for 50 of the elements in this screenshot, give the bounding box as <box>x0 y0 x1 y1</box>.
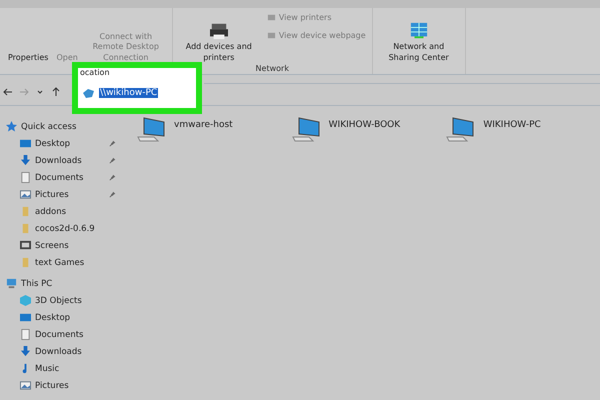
desktop-icon <box>20 312 31 323</box>
pin-icon[interactable] <box>109 174 116 181</box>
nav-label[interactable]: Downloads <box>35 346 82 356</box>
folder-icon <box>20 206 31 217</box>
nav-label[interactable]: text Games <box>35 258 84 268</box>
up-icon[interactable] <box>52 87 60 97</box>
location-label: ocation <box>79 68 111 77</box>
nav-label[interactable]: cocos2d-0.6.9 <box>35 224 95 234</box>
download-icon <box>20 346 31 357</box>
nav-label[interactable]: Desktop <box>35 138 70 148</box>
printer-icon <box>208 22 230 40</box>
nav-item[interactable]: This PC <box>0 275 126 292</box>
computer-name[interactable]: WIKIHOW-BOOK <box>328 116 400 130</box>
computer-name[interactable]: vmware-host <box>174 116 233 130</box>
document-icon <box>20 172 31 183</box>
nav-label[interactable]: Documents <box>35 172 84 182</box>
caret-icon[interactable] <box>37 90 43 94</box>
computer-name[interactable]: WIKIHOW-PC <box>483 116 541 130</box>
nav-label[interactable]: Pictures <box>35 190 69 200</box>
pin-icon[interactable] <box>109 157 116 164</box>
nav-label[interactable]: Downloads <box>35 156 82 166</box>
nav-label[interactable]: Documents <box>35 330 84 340</box>
nav-label[interactable]: 3D Objects <box>35 296 82 306</box>
nav-label[interactable]: Music <box>35 364 60 374</box>
desktop-icon <box>20 138 31 149</box>
star-icon <box>6 121 17 132</box>
nav-label[interactable]: addons <box>35 206 66 216</box>
picture-icon <box>20 380 31 391</box>
download-icon <box>20 155 31 166</box>
folder-icon <box>20 257 31 268</box>
ribbon-button[interactable]: Network and Sharing Center <box>376 10 461 64</box>
nav-item[interactable]: Quick access <box>0 118 126 135</box>
nav-label[interactable]: Screens <box>35 240 69 250</box>
pin-icon[interactable] <box>109 140 116 147</box>
screen-icon <box>20 240 31 251</box>
picture-icon <box>20 189 31 200</box>
nav-label[interactable]: Desktop <box>35 312 70 322</box>
document-icon <box>20 329 31 340</box>
nav-label[interactable]: This PC <box>21 278 52 288</box>
back-icon[interactable] <box>3 88 13 96</box>
pin-icon[interactable] <box>109 191 116 198</box>
computer-icon <box>6 278 17 289</box>
cube-icon <box>20 295 31 306</box>
group-label: Network <box>254 64 290 75</box>
nav-label[interactable]: Quick access <box>21 122 76 132</box>
nav-label[interactable]: Pictures <box>35 380 69 390</box>
ribbon-button[interactable]: Properties <box>6 10 50 64</box>
ribbon-button[interactable]: Add devices and printers <box>176 10 261 64</box>
location-field[interactable]: \\wikihow-PC <box>78 77 196 108</box>
folder-icon <box>20 223 31 234</box>
